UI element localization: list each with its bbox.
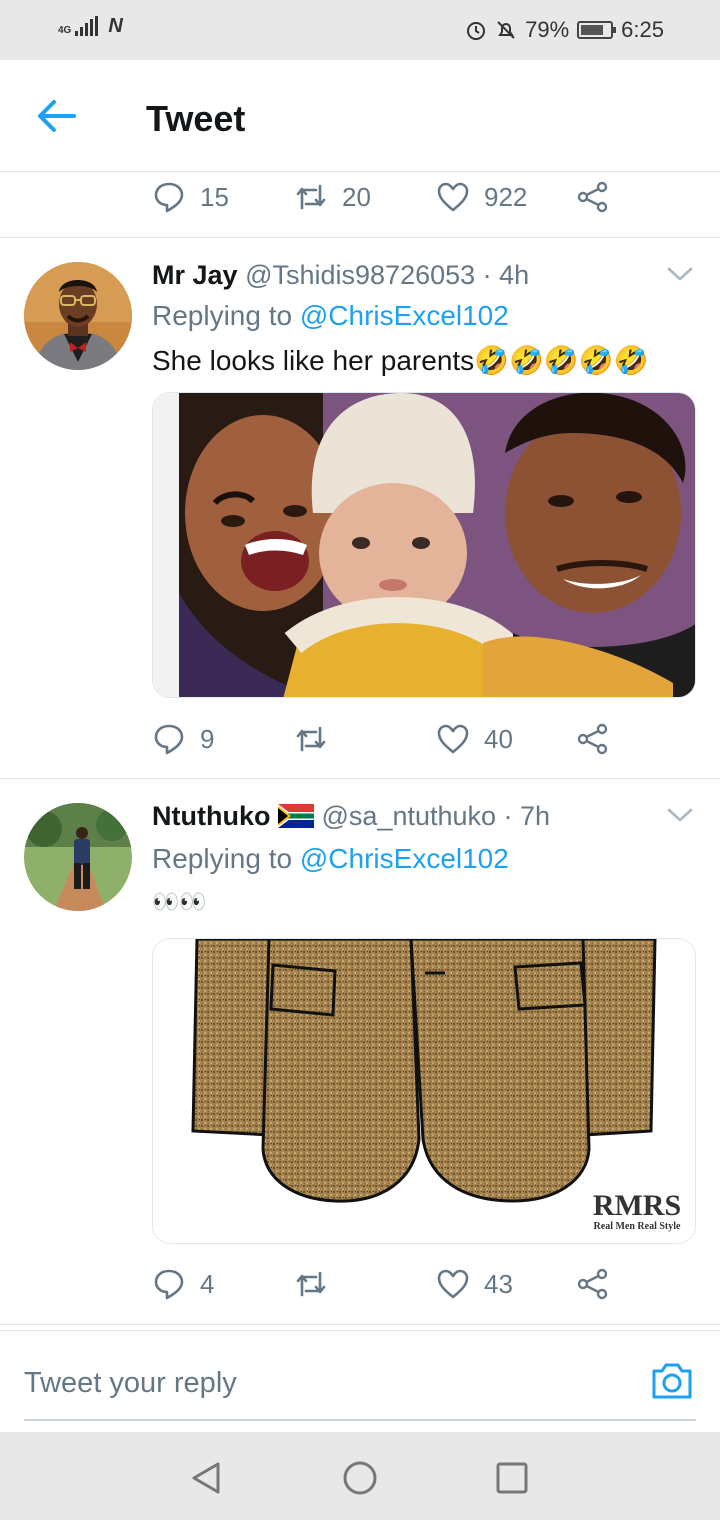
carrier-logo: N bbox=[108, 15, 123, 37]
avatar[interactable] bbox=[24, 803, 132, 911]
chevron-down-icon[interactable] bbox=[666, 264, 694, 284]
reply-button[interactable]: 15 bbox=[152, 180, 229, 214]
tweet-text: She looks like her parents🤣🤣🤣🤣🤣 bbox=[152, 345, 649, 376]
clock: 6:25 bbox=[621, 17, 664, 42]
divider bbox=[0, 778, 720, 779]
share-icon bbox=[577, 181, 608, 213]
tweet-text: 👀👀 bbox=[152, 889, 207, 914]
retweet-icon bbox=[296, 184, 326, 210]
share-icon bbox=[577, 1268, 608, 1300]
avatar-image bbox=[24, 803, 132, 911]
like-button[interactable]: 43 bbox=[436, 1267, 513, 1301]
reply-button[interactable]: 9 bbox=[152, 722, 214, 756]
recents-square-icon[interactable] bbox=[492, 1458, 532, 1498]
share-button[interactable] bbox=[576, 722, 610, 756]
reply-button[interactable]: 4 bbox=[152, 1267, 214, 1301]
author-name[interactable]: Ntuthuko bbox=[152, 801, 270, 831]
family-photo-image bbox=[153, 393, 695, 697]
avatar-image bbox=[24, 262, 132, 370]
retweet-icon bbox=[296, 1271, 326, 1297]
like-count: 922 bbox=[484, 181, 528, 212]
reply-underline bbox=[24, 1419, 696, 1421]
camera-icon[interactable] bbox=[650, 1361, 694, 1401]
status-right: 79% 6:25 bbox=[465, 17, 664, 43]
tweet-time: · 4h bbox=[482, 260, 530, 290]
network-type: 4G bbox=[58, 25, 72, 36]
tweet-header: Mr Jay @Tshidis98726053 · 4h bbox=[152, 260, 529, 291]
status-left: 4G N bbox=[58, 16, 123, 36]
south-africa-flag-icon bbox=[277, 804, 314, 828]
alarm-icon bbox=[467, 22, 486, 40]
home-circle-icon[interactable] bbox=[340, 1458, 380, 1498]
tweet-actions: 15 20 922 bbox=[152, 180, 632, 220]
reply-input[interactable]: Tweet your reply bbox=[24, 1367, 237, 1400]
retweet-count: 20 bbox=[342, 181, 371, 212]
like-count: 43 bbox=[484, 1268, 513, 1299]
author-handle[interactable]: @sa_ntuthuko bbox=[322, 801, 497, 831]
tweet-photo[interactable] bbox=[152, 392, 696, 698]
like-button[interactable]: 922 bbox=[436, 180, 527, 214]
tweet-time: · 7h bbox=[503, 801, 551, 831]
author-name[interactable]: Mr Jay bbox=[152, 260, 238, 290]
reply-icon bbox=[154, 724, 184, 755]
tweet-photo[interactable]: RMRS Real Men Real Style bbox=[152, 938, 696, 1244]
mute-icon bbox=[497, 21, 515, 39]
divider bbox=[0, 237, 720, 238]
reply-icon bbox=[154, 1269, 184, 1300]
tweed-jacket-image: RMRS Real Men Real Style bbox=[153, 939, 695, 1243]
like-button[interactable]: 40 bbox=[436, 722, 513, 756]
retweet-icon bbox=[296, 726, 326, 752]
retweet-button[interactable] bbox=[294, 1267, 342, 1301]
author-handle[interactable]: @Tshidis98726053 bbox=[245, 260, 475, 290]
replying-label: Replying to bbox=[152, 843, 293, 874]
replying-handle[interactable]: @ChrisExcel102 bbox=[300, 843, 509, 874]
replying-to: Replying to @ChrisExcel102 bbox=[152, 843, 509, 875]
retweet-button[interactable] bbox=[294, 722, 342, 756]
replying-label: Replying to bbox=[152, 300, 293, 331]
arrow-left-icon[interactable] bbox=[34, 96, 78, 136]
share-icon bbox=[577, 723, 608, 755]
tweet-actions: 4 43 bbox=[152, 1267, 632, 1307]
heart-icon bbox=[437, 724, 469, 754]
top-bar: Tweet bbox=[0, 60, 720, 172]
reply-composer: Tweet your reply bbox=[0, 1330, 720, 1432]
battery-icon bbox=[577, 21, 617, 39]
tweet-header: Ntuthuko @sa_ntuthuko · 7h bbox=[152, 801, 550, 832]
share-button[interactable] bbox=[576, 1267, 610, 1301]
divider bbox=[0, 1324, 720, 1325]
reply-icon bbox=[154, 182, 184, 213]
share-button[interactable] bbox=[576, 180, 610, 214]
media-watermark-subtitle: Real Men Real Style bbox=[594, 1221, 681, 1232]
retweet-button[interactable]: 20 bbox=[294, 180, 371, 214]
chevron-down-icon[interactable] bbox=[666, 805, 694, 825]
heart-icon bbox=[437, 1269, 469, 1299]
media-watermark-title: RMRS bbox=[593, 1189, 681, 1222]
status-bar: 4G N 79% 6:25 bbox=[0, 0, 720, 60]
system-nav-bar bbox=[0, 1432, 720, 1520]
tweet-actions: 9 40 bbox=[152, 722, 632, 762]
reply-count: 4 bbox=[200, 1268, 215, 1299]
page-title: Tweet bbox=[146, 98, 246, 139]
replying-handle[interactable]: @ChrisExcel102 bbox=[300, 300, 509, 331]
replying-to: Replying to @ChrisExcel102 bbox=[152, 300, 509, 332]
signal-icon bbox=[75, 16, 99, 36]
reply-count: 9 bbox=[200, 723, 215, 754]
avatar[interactable] bbox=[24, 262, 132, 370]
heart-icon bbox=[437, 182, 469, 212]
back-triangle-icon[interactable] bbox=[186, 1458, 226, 1498]
reply-count: 15 bbox=[200, 181, 229, 212]
battery-percent: 79% bbox=[525, 17, 570, 42]
like-count: 40 bbox=[484, 723, 513, 754]
